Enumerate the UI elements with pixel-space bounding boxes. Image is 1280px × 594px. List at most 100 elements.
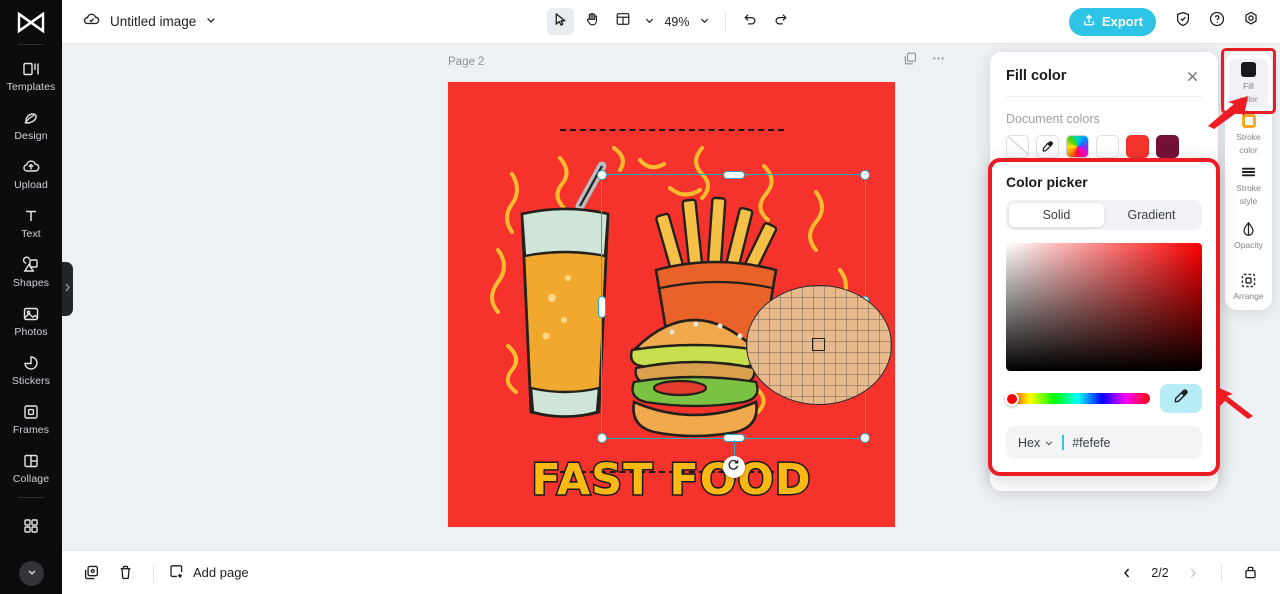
chevron-right-icon — [64, 280, 71, 298]
shapes-icon — [21, 255, 41, 275]
eyedropper-magnifier — [746, 285, 892, 405]
tab-gradient[interactable]: Gradient — [1104, 203, 1199, 227]
stroke-color-icon — [1240, 112, 1258, 130]
hue-slider-handle[interactable] — [1005, 391, 1019, 406]
page-more-button[interactable] — [929, 52, 947, 70]
fill-panel-header: Fill color — [990, 52, 1218, 96]
zoom-dropdown-button[interactable] — [696, 10, 714, 34]
nav-divider — [1221, 563, 1222, 582]
help-button[interactable] — [1202, 7, 1232, 37]
redo-icon — [773, 11, 789, 32]
duplicate-page-button[interactable] — [77, 559, 105, 587]
tab-solid[interactable]: Solid — [1009, 203, 1104, 227]
undo-button[interactable] — [737, 8, 764, 35]
bottom-left-actions: Add page — [77, 559, 249, 587]
left-sidebar: Templates Design Upload Text Shapes Phot… — [0, 0, 62, 594]
magnifier-target-pixel — [812, 338, 825, 351]
shield-button[interactable] — [1168, 7, 1198, 37]
rainbow-swatch[interactable] — [1066, 135, 1089, 158]
fill-panel-title: Fill color — [1006, 68, 1067, 84]
next-page-button[interactable] — [1179, 559, 1207, 587]
sidebar-item-text[interactable]: Text — [0, 198, 62, 247]
page-tools — [901, 52, 947, 70]
delete-page-button[interactable] — [111, 559, 139, 587]
sidebar-item-collage[interactable]: Collage — [0, 443, 62, 492]
hand-tool-button[interactable] — [578, 8, 605, 35]
more-horizontal-icon — [931, 51, 946, 71]
hex-value-input[interactable]: #fefefe — [1072, 436, 1110, 450]
sidebar-item-templates[interactable]: Templates — [0, 51, 62, 100]
eyedropper-swatch[interactable] — [1036, 135, 1059, 158]
color-picker-popover: Color picker Solid Gradient Hex #fefefe — [988, 158, 1220, 476]
maroon-swatch[interactable] — [1156, 135, 1179, 158]
no-color-swatch[interactable] — [1006, 135, 1029, 158]
toolbar-divider — [724, 12, 726, 31]
sidebar-scroll-down-button[interactable] — [19, 561, 44, 586]
sidebar-item-photos[interactable]: Photos — [0, 296, 62, 345]
stickers-icon — [21, 353, 41, 373]
eyedropper-icon — [1173, 388, 1189, 409]
page-navigation: 2/2 — [1113, 559, 1264, 587]
capcut-logo[interactable] — [16, 11, 46, 37]
layout-grid-icon — [615, 11, 631, 32]
hex-input-row[interactable]: Hex #fefefe — [1006, 426, 1202, 459]
sidebar-divider — [18, 44, 44, 45]
color-format-label: Hex — [1018, 435, 1041, 450]
page-manager-button[interactable] — [1236, 559, 1264, 587]
color-format-dropdown[interactable]: Hex — [1018, 436, 1054, 450]
zoom-level-value[interactable]: 49% — [662, 15, 691, 29]
fill-color-icon — [1240, 61, 1258, 79]
rail-item-stroke-style[interactable]: Stroke style — [1229, 160, 1268, 209]
document-title-area[interactable]: Untitled image — [82, 10, 217, 34]
add-page-label: Add page — [193, 565, 249, 580]
sidebar-panel-expand-tab[interactable] — [62, 262, 73, 316]
document-colors-swatches — [990, 135, 1218, 158]
eyedropper-button[interactable] — [1160, 384, 1202, 413]
previous-page-button[interactable] — [1113, 559, 1141, 587]
add-page-icon — [168, 563, 185, 583]
select-tool-button[interactable] — [547, 8, 575, 35]
red-swatch[interactable] — [1126, 135, 1149, 158]
sidebar-item-apps[interactable] — [0, 501, 62, 550]
hand-pan-icon — [584, 11, 600, 32]
help-circle-icon — [1208, 10, 1226, 33]
bottom-divider — [153, 563, 154, 582]
cloud-save-icon — [82, 10, 101, 34]
chevron-down-icon — [644, 13, 655, 31]
settings-button[interactable] — [1236, 7, 1266, 37]
rail-item-stroke-color[interactable]: Stroke color — [1229, 109, 1268, 158]
add-page-button[interactable]: Add page — [168, 563, 249, 583]
sidebar-item-frames[interactable]: Frames — [0, 394, 62, 443]
rail-label-stroke-style-line2: style — [1239, 195, 1258, 206]
rail-item-opacity[interactable]: Opacity — [1229, 211, 1268, 260]
frames-icon — [21, 402, 41, 422]
sidebar-item-shapes[interactable]: Shapes — [0, 247, 62, 296]
rail-label-arrange: Arrange — [1233, 291, 1264, 302]
duplicate-icon — [903, 51, 918, 71]
sidebar-label-templates: Templates — [6, 80, 56, 93]
upload-export-icon — [1082, 13, 1096, 30]
color-mode-tabs: Solid Gradient — [1006, 200, 1202, 230]
rail-item-arrange[interactable]: Arrange — [1229, 262, 1268, 311]
layout-dropdown-button[interactable] — [640, 10, 658, 34]
sidebar-item-stickers[interactable]: Stickers — [0, 345, 62, 394]
sidebar-item-upload[interactable]: Upload — [0, 149, 62, 198]
stroke-style-icon — [1240, 163, 1258, 181]
duplicate-page-button[interactable] — [901, 52, 919, 70]
apps-grid-icon — [21, 516, 41, 536]
close-icon[interactable] — [1182, 66, 1202, 86]
rail-item-fill-color[interactable]: Fill color — [1229, 58, 1268, 107]
canvas-tools: 49% — [547, 8, 794, 35]
sidebar-label-text: Text — [21, 227, 41, 240]
hue-slider[interactable] — [1005, 391, 1150, 406]
white-swatch[interactable] — [1096, 135, 1119, 158]
redo-button[interactable] — [768, 8, 795, 35]
rail-label-stroke-color-line2: color — [1239, 144, 1258, 155]
document-title-chevron-down-icon[interactable] — [205, 13, 217, 31]
document-title: Untitled image — [110, 14, 197, 29]
hue-row — [992, 371, 1216, 413]
layout-tool-button[interactable] — [609, 8, 636, 35]
sidebar-item-design[interactable]: Design — [0, 100, 62, 149]
export-button[interactable]: Export — [1068, 7, 1156, 36]
saturation-value-field[interactable] — [1006, 243, 1202, 371]
